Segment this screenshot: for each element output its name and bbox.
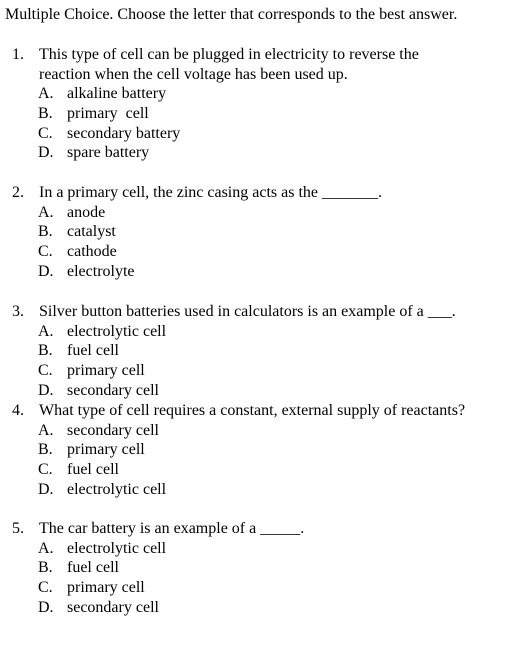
question-number: 5. [12,520,24,537]
option-a: A. electrolytic cell [0,539,507,559]
option-text: primary cell [67,362,145,380]
option-text: primary cell [67,579,145,597]
option-text: secondary cell [67,598,159,616]
option-letter: A. [38,203,54,221]
option-text: primary cell [67,441,145,459]
option-d: D. secondary cell [0,598,507,618]
option-c: C. primary cell [0,361,507,381]
option-text: spare battery [67,144,150,162]
option-text: cathode [67,243,117,261]
option-text: catalyst [67,223,116,241]
option-text: electrolytic cell [67,322,167,340]
question-number: 3. [12,303,24,320]
question-text: In a primary cell, the zinc casing acts … [39,184,382,201]
question-number: 1. [12,46,24,63]
option-text: alkaline battery [67,85,167,103]
option-text: fuel cell [67,461,119,479]
question-text: This type of cell can be plugged in elec… [39,46,419,63]
question-text-continued: reaction when the cell voltage has been … [39,65,348,83]
option-letter: A. [38,421,54,439]
option-letter: D. [38,381,54,399]
option-letter: D. [38,144,54,162]
option-text: secondary cell [67,381,159,399]
question-5: 5. The car battery is an example of a __… [0,519,507,617]
option-text: electrolytic cell [67,480,167,498]
option-letter: B. [38,441,53,459]
option-text: anode [67,203,106,221]
option-letter: A. [38,539,54,557]
question-1: 1. This type of cell can be plugged in e… [0,45,507,163]
option-c: C. secondary battery [0,124,507,144]
option-d: D. spare battery [0,143,507,163]
option-text: secondary battery [67,124,181,142]
option-text: electrolytic cell [67,539,167,557]
option-a: A. anode [0,203,507,223]
option-letter: C. [38,461,53,479]
question-text: Silver button batteries used in calculat… [39,303,456,320]
option-b: B. primary cell [0,440,507,460]
option-b: B. catalyst [0,222,507,242]
option-text: secondary cell [67,421,159,439]
question-4: 4. What type of cell requires a constant… [0,401,507,499]
option-d: D. electrolyte [0,262,507,282]
option-letter: A. [38,85,54,103]
option-text: fuel cell [67,342,119,360]
instructions: Multiple Choice. Choose the letter that … [5,6,458,23]
option-a: A. electrolytic cell [0,322,507,342]
option-letter: A. [38,322,54,340]
option-a: A. secondary cell [0,421,507,441]
option-c: C. cathode [0,242,507,262]
question-number: 4. [12,402,24,419]
question-2: 2. In a primary cell, the zinc casing ac… [0,183,507,281]
option-b: B. fuel cell [0,341,507,361]
question-text: The car battery is an example of a _____… [39,520,305,537]
option-letter: C. [38,579,53,597]
question-3: 3. Silver button batteries used in calcu… [0,302,507,400]
option-letter: B. [38,559,53,577]
option-letter: C. [38,243,53,261]
option-b: B. fuel cell [0,558,507,578]
option-c: C. fuel cell [0,460,507,480]
question-number: 2. [12,184,24,201]
option-letter: D. [38,480,54,498]
option-text: fuel cell [67,559,119,577]
option-text: electrolyte [67,262,135,280]
option-d: D. electrolytic cell [0,480,507,500]
option-letter: C. [38,362,53,380]
option-text: primary cell [67,105,149,123]
option-letter: C. [38,124,53,142]
question-text: What type of cell requires a constant, e… [39,402,466,419]
option-letter: D. [38,262,54,280]
option-letter: D. [38,598,54,616]
option-letter: B. [38,223,53,241]
option-letter: B. [38,105,53,123]
option-d: D. secondary cell [0,381,507,401]
option-b: B. primary cell [0,104,507,124]
option-a: A. alkaline battery [0,84,507,104]
option-letter: B. [38,342,53,360]
option-c: C. primary cell [0,578,507,598]
